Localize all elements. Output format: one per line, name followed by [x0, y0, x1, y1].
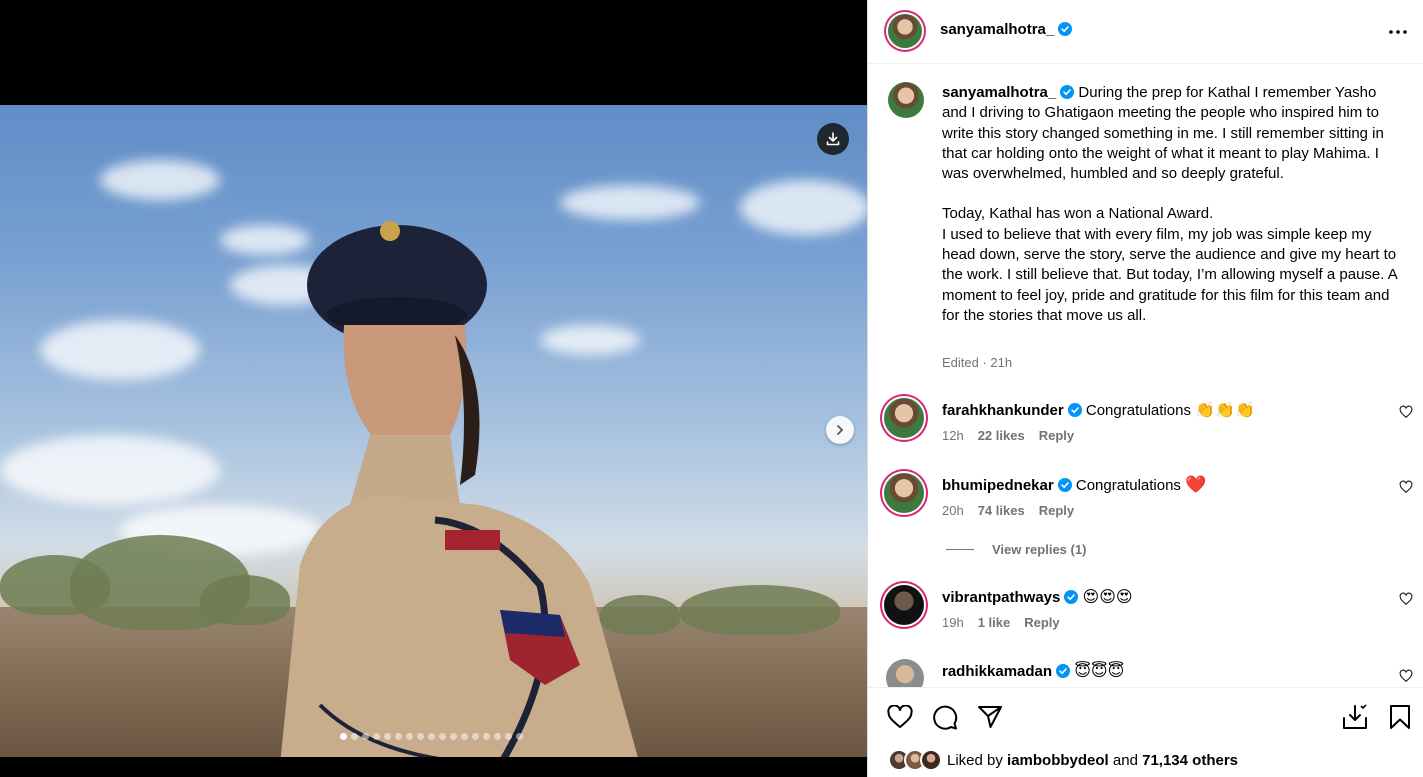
- comment-time: 12h: [942, 428, 964, 443]
- carousel-dot: [505, 733, 512, 740]
- carousel-next-button[interactable]: [826, 416, 854, 444]
- commenter-username[interactable]: vibrantpathways: [942, 589, 1060, 606]
- comment-reply-button[interactable]: Reply: [1039, 503, 1074, 518]
- post-photo[interactable]: [0, 105, 867, 757]
- comment-time: 19h: [942, 615, 964, 630]
- heart-icon[interactable]: [1399, 669, 1413, 683]
- liked-by-and: and: [1112, 751, 1138, 769]
- verified-icon: [1060, 85, 1075, 99]
- heart-icon[interactable]: [1399, 592, 1413, 606]
- download-icon: [826, 132, 840, 146]
- carousel-dot: [428, 733, 435, 740]
- likes-summary: Liked by iambobbydeol and 71,134 others: [888, 749, 1238, 771]
- commenter-username[interactable]: bhumipednekar: [942, 477, 1054, 494]
- liked-by-user[interactable]: iambobbydeol: [1007, 752, 1109, 769]
- comment-button[interactable]: [931, 703, 959, 731]
- liked-by-label: Liked by: [947, 751, 1003, 769]
- post-actions-bar: Liked by iambobbydeol and 71,134 others: [868, 687, 1423, 777]
- comment-text: Congratulations: [1075, 477, 1181, 494]
- save-icon: [1343, 704, 1367, 729]
- post-media: [0, 0, 867, 777]
- instagram-post-view: sanyamalhotra_ sanyamalhotra_ During the…: [0, 0, 1423, 777]
- liker-avatars[interactable]: [888, 749, 946, 771]
- commenter-username[interactable]: farahkhankunder: [942, 402, 1064, 419]
- caption-meta: Edited · 21h: [942, 355, 1013, 370]
- carousel-dot: [461, 733, 468, 740]
- caption-author-avatar[interactable]: [888, 82, 924, 118]
- commenter-avatar[interactable]: [884, 585, 924, 625]
- download-button[interactable]: [817, 123, 849, 155]
- author-avatar[interactable]: [888, 14, 922, 48]
- author-username[interactable]: sanyamalhotra_: [940, 21, 1073, 38]
- comment-icon: [933, 705, 958, 730]
- carousel-dot: [384, 733, 391, 740]
- verified-icon: [1056, 664, 1071, 678]
- save-to-device-button[interactable]: [1341, 703, 1369, 731]
- carousel-dot: [472, 733, 479, 740]
- comment-reply-button[interactable]: Reply: [1039, 428, 1074, 443]
- carousel-dot: [417, 733, 424, 740]
- verified-icon: [1057, 478, 1072, 492]
- share-icon: [978, 706, 1002, 728]
- carousel-dot: [340, 733, 347, 740]
- carousel-dot: [494, 733, 501, 740]
- author-username-text[interactable]: sanyamalhotra_: [940, 21, 1054, 38]
- verified-icon: [1067, 403, 1082, 417]
- more-icon: [1389, 30, 1407, 34]
- likes-count[interactable]: 71,134 others: [1142, 752, 1238, 769]
- chevron-right-icon: [837, 425, 844, 435]
- share-button[interactable]: [976, 703, 1004, 731]
- verified-icon: [1064, 590, 1079, 604]
- carousel-dot: [483, 733, 490, 740]
- commenter-avatar[interactable]: [884, 473, 924, 513]
- comment-emoji: 😇😇😇: [1074, 661, 1125, 680]
- comment-reply-button[interactable]: Reply: [1024, 615, 1059, 630]
- bookmark-button[interactable]: [1386, 703, 1414, 731]
- more-options-button[interactable]: [1386, 20, 1410, 44]
- comment-likes[interactable]: 1 like: [978, 615, 1011, 630]
- carousel-dot: [395, 733, 402, 740]
- caption-paragraph-2: Today, Kathal has won a National Award.: [942, 205, 1214, 223]
- carousel-indicator: [340, 733, 523, 740]
- comment-likes[interactable]: 22 likes: [978, 428, 1025, 443]
- view-replies-button[interactable]: View replies (1): [946, 542, 1086, 557]
- carousel-dot: [351, 733, 358, 740]
- post-details-panel: sanyamalhotra_ sanyamalhotra_ During the…: [867, 0, 1423, 777]
- caption-username[interactable]: sanyamalhotra_: [942, 84, 1056, 101]
- comment-emoji: 👏👏👏: [1195, 400, 1255, 419]
- like-button[interactable]: [886, 703, 914, 731]
- carousel-dot: [373, 733, 380, 740]
- bookmark-icon: [1390, 705, 1410, 729]
- post-caption: sanyamalhotra_ During the prep for Katha…: [942, 83, 1402, 326]
- commenter-username[interactable]: radhikkamadan: [942, 663, 1052, 680]
- comment-time: 20h: [942, 503, 964, 518]
- heart-icon: [887, 705, 913, 728]
- comment-text: Congratulations: [1085, 402, 1191, 419]
- heart-icon[interactable]: [1399, 405, 1413, 419]
- comment-emoji: ❤️: [1185, 475, 1207, 494]
- comment-likes[interactable]: 74 likes: [978, 503, 1025, 518]
- caption-paragraph-3: I used to believe that with every film, …: [942, 225, 1397, 324]
- commenter-avatar[interactable]: [884, 398, 924, 438]
- officer-figure: [280, 221, 638, 757]
- carousel-dot: [516, 733, 523, 740]
- carousel-dot: [406, 733, 413, 740]
- carousel-dot: [450, 733, 457, 740]
- comment-emoji: 😍😍😍: [1082, 587, 1133, 606]
- carousel-dot: [439, 733, 446, 740]
- heart-icon[interactable]: [1399, 480, 1413, 494]
- verified-icon: [1058, 22, 1073, 36]
- post-header: sanyamalhotra_: [868, 0, 1423, 64]
- carousel-dot: [362, 733, 369, 740]
- view-replies-label[interactable]: View replies (1): [992, 542, 1086, 557]
